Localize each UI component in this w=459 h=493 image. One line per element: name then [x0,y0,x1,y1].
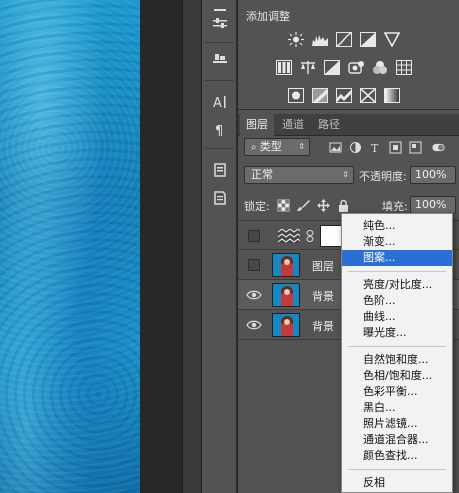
layer-name: 背景 [312,320,334,333]
tab-channels[interactable]: 通道 [276,114,310,136]
layer-thumbnail [272,283,300,307]
layer-thumbnail [272,313,300,337]
lock-label: 锁定: [244,200,270,213]
menu-item-gradient[interactable]: 渐变... [342,234,452,250]
svg-text:A: A [213,96,222,110]
notes-icon[interactable] [208,188,232,208]
visibility-toggle[interactable] [248,230,260,242]
blend-mode-value: 正常 [251,168,273,181]
black-white-icon[interactable] [324,60,340,75]
opacity-label: 不透明度: [359,170,407,183]
menu-item-solid-color[interactable]: 纯色... [342,218,452,234]
paragraph-icon[interactable]: ¶ [208,120,232,140]
opacity-value: 100% [415,168,447,181]
blend-mode-select[interactable]: 正常 ⇕ [244,166,354,184]
updown-chevron-icon: ⇕ [342,170,349,179]
visibility-toggle[interactable] [248,259,260,271]
tab-layers[interactable]: 图层 [240,114,274,136]
filter-kind-label: 类型 [259,140,282,153]
threshold-icon[interactable] [336,88,352,103]
selective-color-icon[interactable] [360,88,376,103]
layers-tabs: 图层 通道 路径 [238,114,459,136]
menu-separator [348,469,446,470]
updown-chevron-icon: ⇕ [298,142,305,151]
character-icon[interactable]: A [208,92,232,112]
menu-separator [348,346,446,347]
menu-item-invert[interactable]: 反相 [342,475,452,491]
levels-icon[interactable] [312,32,328,47]
curves-icon[interactable] [336,32,352,47]
svg-text:T: T [371,142,379,154]
menu-item-channel-mixer[interactable]: 通道混合器... [342,432,452,448]
pixel-filter-icon[interactable] [328,140,342,154]
exposure-icon[interactable] [360,32,376,47]
menu-item-levels[interactable]: 色阶... [342,293,452,309]
gradient-map-icon[interactable] [384,88,400,103]
lock-all-icon[interactable] [336,198,350,212]
channel-mixer-icon[interactable] [372,60,388,75]
filter-kind-select[interactable]: ⌕ 类型 ⇕ [244,138,310,156]
menu-item-black-white[interactable]: 黑白... [342,400,452,416]
vibrance-icon[interactable] [276,60,292,75]
adjustments-panel: 添加调整 [238,0,459,110]
pattern-fill-icon [277,228,301,243]
eye-icon[interactable] [246,288,262,302]
layer-thumbnail [272,253,300,277]
fill-value: 100% [415,198,447,211]
canvas-texture [0,0,140,493]
type-filter-icon[interactable]: T [368,140,382,154]
pasteboard [140,0,182,493]
filter-toggle-icon[interactable] [430,140,446,154]
sliders-icon[interactable] [208,14,232,34]
menu-item-pattern[interactable]: 图案... [342,250,452,266]
history-icon[interactable] [208,160,232,180]
menu-item-vibrance[interactable]: 自然饱和度... [342,352,452,368]
strip-divider [205,148,234,149]
adjustment-filter-icon[interactable] [348,140,362,154]
link-icon[interactable] [306,230,314,242]
menu-item-color-lookup[interactable]: 颜色查找... [342,448,452,464]
fill-adjustment-context-menu: 纯色... 渐变... 图案... 亮度/对比度... 色阶... 曲线... … [341,213,453,493]
fill-input[interactable]: 100% [410,196,456,214]
tab-paths[interactable]: 路径 [312,114,346,136]
eye-icon[interactable] [246,318,262,332]
menu-item-exposure[interactable]: 曝光度... [342,325,452,341]
smart-object-filter-icon[interactable] [408,140,422,154]
balance-icon[interactable] [300,60,316,75]
strip-divider [205,42,234,43]
menu-item-curves[interactable]: 曲线... [342,309,452,325]
color-lookup-icon[interactable] [396,60,412,75]
menu-separator [348,271,446,272]
svg-text:¶: ¶ [215,124,223,138]
menu-item-hue-saturation[interactable]: 色相/饱和度... [342,368,452,384]
strip-divider [205,80,234,81]
lock-pixels-brush-icon[interactable] [296,198,310,212]
invert-icon[interactable] [288,88,304,103]
align-icon[interactable] [208,50,232,70]
adjustments-title: 添加调整 [246,10,290,23]
panel-icon-strip: A ¶ [202,0,237,493]
dock-divider[interactable] [182,0,202,493]
layer-mask-thumbnail[interactable] [320,225,342,247]
search-icon: ⌕ [251,142,260,153]
layer-name: 图层 [312,260,334,273]
posterize-icon[interactable] [312,88,328,103]
shape-filter-icon[interactable] [388,140,402,154]
menu-item-brightness-contrast[interactable]: 亮度/对比度... [342,277,452,293]
lock-transparent-icon[interactable] [276,198,290,212]
layer-name: 背景 [312,290,334,303]
menu-item-photo-filter[interactable]: 照片滤镜... [342,416,452,432]
photo-filter-icon[interactable] [348,60,364,75]
fill-label: 填充: [382,200,408,213]
gradient-triangle-icon[interactable] [384,32,400,47]
document-canvas[interactable] [0,0,140,493]
opacity-input[interactable]: 100% [410,166,456,184]
lock-position-move-icon[interactable] [316,198,330,212]
brightness-icon[interactable] [288,32,304,47]
menu-item-color-balance[interactable]: 色彩平衡... [342,384,452,400]
